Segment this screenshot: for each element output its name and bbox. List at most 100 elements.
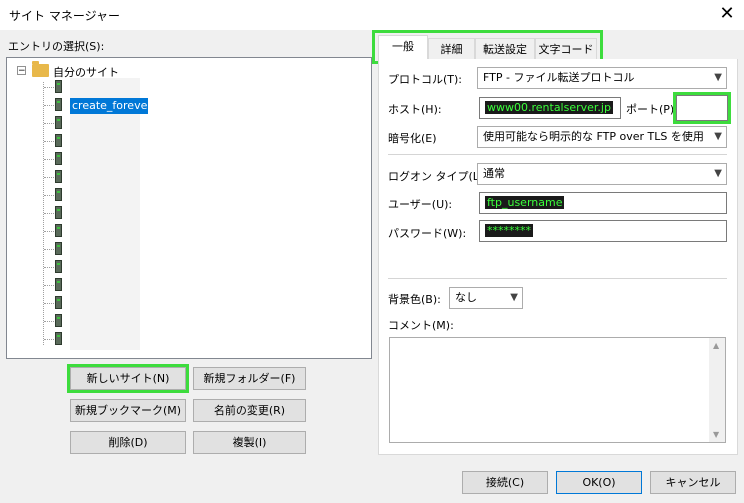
tree-site-item[interactable]: [44, 206, 74, 220]
divider: [388, 154, 727, 155]
tree-site-item[interactable]: [44, 188, 74, 202]
logon-type-select[interactable]: 通常 ▼: [477, 163, 727, 185]
server-icon: [55, 116, 62, 129]
tree-site-item[interactable]: [44, 278, 74, 292]
background-color-value: なし: [455, 291, 477, 304]
tree-site-item[interactable]: [44, 170, 74, 184]
server-icon: [55, 296, 62, 309]
tree-site-item[interactable]: [44, 134, 74, 148]
tree-site-item[interactable]: [44, 296, 74, 310]
tree-site-item[interactable]: [44, 152, 74, 166]
new-site-button[interactable]: 新しいサイト(N): [67, 364, 189, 393]
tab-general[interactable]: 一般: [378, 35, 428, 60]
password-value: ********: [485, 224, 533, 237]
new-folder-button[interactable]: 新規フォルダー(F): [193, 367, 306, 390]
scrollbar[interactable]: ▲ ▼: [709, 338, 725, 442]
chevron-down-icon: ▼: [714, 168, 722, 179]
encryption-select[interactable]: 使用可能なら明示的な FTP over TLS を使用 ▼: [477, 126, 727, 148]
ok-button[interactable]: OK(O): [556, 471, 642, 494]
tab-charset[interactable]: 文字コード: [535, 38, 597, 60]
server-icon: [55, 134, 62, 147]
user-input[interactable]: ftp_username: [479, 192, 727, 214]
server-icon: [55, 152, 62, 165]
server-icon: [55, 278, 62, 291]
background-color-label: 背景色(B):: [388, 293, 441, 306]
encryption-label: 暗号化(E): [388, 132, 437, 145]
chevron-down-icon: ▼: [714, 131, 722, 142]
tree-connector: [44, 159, 54, 160]
tree-connector: [44, 285, 54, 286]
server-icon: [55, 80, 62, 93]
tab-transfer-settings[interactable]: 転送設定: [475, 38, 535, 60]
password-label: パスワード(W):: [388, 227, 467, 240]
port-input[interactable]: [673, 92, 731, 124]
site-tree[interactable]: − 自分のサイト create_forever: [6, 57, 372, 359]
tree-connector: [44, 231, 54, 232]
tree-site-item[interactable]: [44, 80, 74, 94]
port-label: ポート(P):: [626, 103, 678, 116]
tree-site-item[interactable]: [44, 116, 74, 130]
delete-button[interactable]: 削除(D): [70, 431, 186, 454]
tree-connector: [44, 249, 54, 250]
protocol-value: FTP - ファイル転送プロトコル: [483, 71, 635, 84]
logon-type-value: 通常: [483, 167, 505, 180]
tree-site-item[interactable]: [44, 224, 74, 238]
tree-connector: [44, 339, 54, 340]
comment-label: コメント(M):: [388, 319, 454, 332]
chevron-down-icon: ▼: [510, 292, 518, 303]
tree-connector: [44, 141, 54, 142]
tree-connector: [44, 303, 54, 304]
server-icon: [55, 224, 62, 237]
tree-connector: [44, 177, 54, 178]
password-input[interactable]: ********: [479, 220, 727, 242]
tree-site-item[interactable]: [44, 260, 74, 274]
tree-connector: [44, 87, 54, 88]
window-title: サイト マネージャー: [9, 9, 120, 23]
tree-connector: [44, 321, 54, 322]
encryption-value: 使用可能なら明示的な FTP over TLS を使用: [483, 130, 704, 143]
scroll-down-icon[interactable]: ▼: [713, 430, 719, 439]
user-value: ftp_username: [485, 196, 565, 209]
server-icon: [55, 170, 62, 183]
tree-connector: [44, 213, 54, 214]
host-value: www00.rentalserver.jp: [485, 101, 613, 114]
scroll-up-icon[interactable]: ▲: [713, 341, 719, 350]
chevron-down-icon: ▼: [714, 72, 722, 83]
tree-connector: [44, 267, 54, 268]
divider: [388, 278, 727, 279]
tree-connector: [44, 123, 54, 124]
entries-label: エントリの選択(S):: [8, 40, 105, 53]
collapse-icon[interactable]: −: [17, 66, 26, 76]
tree-connector: [44, 105, 54, 106]
user-label: ユーザー(U):: [388, 198, 453, 211]
comment-textarea[interactable]: ▲ ▼: [389, 337, 726, 443]
server-icon: [55, 242, 62, 255]
folder-icon: [32, 61, 49, 77]
title-bar: サイト マネージャー ✕: [0, 0, 744, 30]
logon-type-label: ログオン タイプ(L):: [388, 170, 487, 183]
rename-button[interactable]: 名前の変更(R): [193, 399, 306, 422]
close-icon[interactable]: ✕: [716, 3, 738, 25]
tree-site-item[interactable]: [44, 242, 74, 256]
duplicate-button[interactable]: 複製(I): [193, 431, 306, 454]
server-icon: [55, 332, 62, 345]
tree-connector: [44, 195, 54, 196]
server-icon: [55, 98, 62, 111]
server-icon: [55, 314, 62, 327]
new-bookmark-button[interactable]: 新規ブックマーク(M): [70, 399, 186, 422]
site-list-blurred: [70, 78, 140, 350]
host-input[interactable]: www00.rentalserver.jp: [479, 97, 621, 119]
host-label: ホスト(H):: [388, 103, 442, 116]
tab-advanced[interactable]: 詳細: [428, 38, 475, 60]
connect-button[interactable]: 接続(C): [462, 471, 548, 494]
tree-site-item[interactable]: [44, 332, 74, 346]
tree-site-item[interactable]: [44, 314, 74, 328]
server-icon: [55, 206, 62, 219]
background-color-select[interactable]: なし ▼: [449, 287, 523, 309]
server-icon: [55, 188, 62, 201]
selected-site-label[interactable]: create_forever: [70, 98, 152, 114]
server-icon: [55, 260, 62, 273]
protocol-select[interactable]: FTP - ファイル転送プロトコル ▼: [477, 67, 727, 89]
protocol-label: プロトコル(T):: [388, 73, 463, 86]
cancel-button[interactable]: キャンセル: [650, 471, 736, 494]
